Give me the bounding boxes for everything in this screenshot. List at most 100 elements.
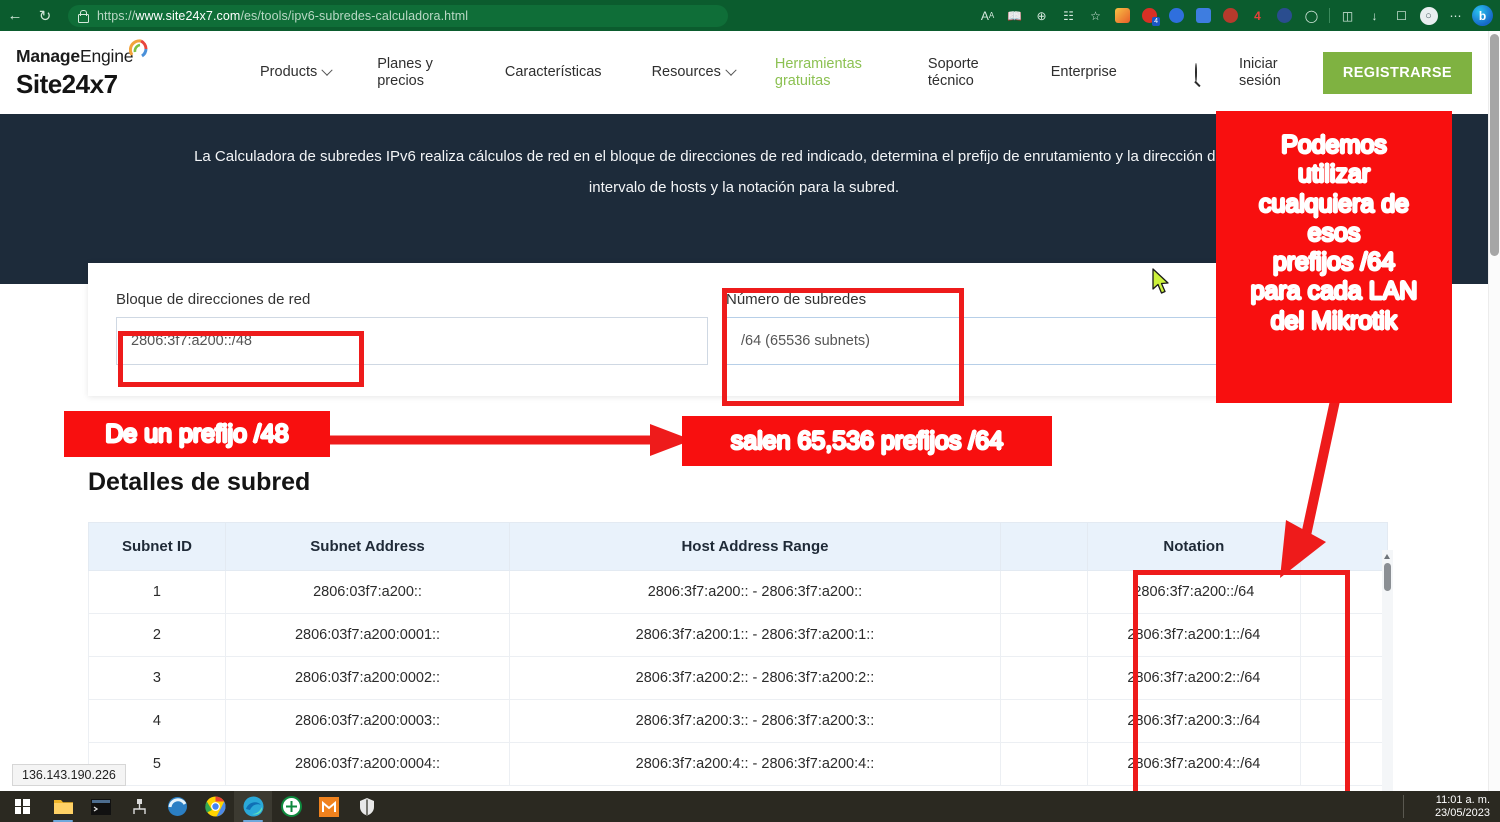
windows-start-icon[interactable] bbox=[0, 791, 44, 822]
cell-subnet-id: 1 bbox=[89, 571, 226, 614]
putty-icon[interactable] bbox=[158, 791, 196, 822]
chrome-icon[interactable] bbox=[196, 791, 234, 822]
edge-workspace-icon[interactable]: ☐ bbox=[1388, 0, 1415, 31]
winbox-icon[interactable] bbox=[120, 791, 158, 822]
split-screen-icon[interactable]: ◫ bbox=[1334, 0, 1361, 31]
extension-ip-icon[interactable] bbox=[1271, 0, 1298, 31]
nav-label: Planes y precios bbox=[377, 56, 433, 90]
extension-red-icon[interactable] bbox=[1217, 0, 1244, 31]
translate-icon[interactable] bbox=[1190, 0, 1217, 31]
nav-label: Enterprise bbox=[1051, 64, 1117, 81]
back-arrow-icon[interactable]: ← bbox=[0, 4, 30, 28]
header-actions: Iniciar sesión REGISTRARSE bbox=[1195, 52, 1472, 94]
register-button[interactable]: REGISTRARSE bbox=[1323, 52, 1472, 94]
highlight-subnet-count-field bbox=[722, 288, 964, 406]
extension-ghost-icon[interactable]: ◯ bbox=[1298, 0, 1325, 31]
highlight-notation-column bbox=[1133, 570, 1350, 812]
cell-spacer bbox=[1000, 657, 1087, 700]
extension-badge-count: 4 bbox=[1152, 17, 1160, 26]
taskbar-clock[interactable]: 11:01 a. m. 23/05/2023 bbox=[1435, 791, 1490, 822]
bing-chat-icon[interactable]: b bbox=[1469, 0, 1496, 31]
site-logo[interactable]: ManageEngine Site24x7 bbox=[16, 46, 216, 100]
page-scrollbar-thumb[interactable] bbox=[1490, 34, 1499, 256]
column-header-spacer-right bbox=[1301, 523, 1388, 571]
cell-spacer bbox=[1000, 743, 1087, 786]
manageengine-swoosh-icon bbox=[129, 39, 149, 59]
nav-label: Products bbox=[260, 64, 317, 81]
security-icon[interactable] bbox=[348, 791, 386, 822]
immersive-reader-icon[interactable]: 📖 bbox=[1001, 0, 1028, 31]
downloads-icon[interactable]: ↓ bbox=[1361, 0, 1388, 31]
table-scrollbar-thumb[interactable] bbox=[1384, 563, 1391, 591]
cell-spacer bbox=[1000, 571, 1087, 614]
search-button[interactable] bbox=[1195, 64, 1197, 82]
logo-manageengine: ManageEngine bbox=[16, 46, 133, 67]
annotation-salen-prefijos: salen 65,536 prefijos /64 bbox=[682, 416, 1052, 466]
nav-item-resources[interactable]: Resources bbox=[652, 64, 735, 81]
nav-label: Características bbox=[505, 64, 602, 81]
logo-site24x7: Site24x7 bbox=[16, 69, 216, 100]
clock-date: 23/05/2023 bbox=[1435, 807, 1490, 820]
browser-toolbar-icons: AA 📖 ⊕ ☷ ☆ 4 4 ◯ ◫ ↓ ☐ ○ ⋯ b bbox=[974, 0, 1500, 31]
extension-badge-icon[interactable]: 4 bbox=[1136, 0, 1163, 31]
table-header-row: Subnet ID Subnet Address Host Address Ra… bbox=[89, 523, 1388, 571]
extension-blue-icon[interactable] bbox=[1163, 0, 1190, 31]
chevron-down-icon bbox=[322, 64, 333, 75]
main-navigation: Products Planes y precios Característica… bbox=[252, 56, 1195, 90]
read-aloud-icon[interactable]: AA bbox=[974, 0, 1001, 31]
extension-opera-icon[interactable] bbox=[1109, 0, 1136, 31]
nav-item-soporte-tecnico[interactable]: Soporte técnico bbox=[928, 56, 979, 90]
screen: ← ↻ https://www.site24x7.com/es/tools/ip… bbox=[0, 0, 1500, 822]
column-header-subnet-address[interactable]: Subnet Address bbox=[225, 523, 509, 571]
cell-host-range: 2806:3f7:a200:4:: - 2806:3f7:a200:4:: bbox=[510, 743, 1001, 786]
address-bar-url: https://www.site24x7.com/es/tools/ipv6-s… bbox=[97, 9, 468, 23]
search-icon bbox=[1195, 63, 1197, 82]
login-label: Iniciar sesión bbox=[1239, 56, 1281, 90]
reload-icon[interactable]: ↻ bbox=[30, 4, 60, 28]
collections-icon[interactable]: ☷ bbox=[1055, 0, 1082, 31]
terminal-icon[interactable] bbox=[82, 791, 120, 822]
cell-host-range: 2806:3f7:a200:1:: - 2806:3f7:a200:1:: bbox=[510, 614, 1001, 657]
nav-label: Soporte técnico bbox=[928, 56, 979, 90]
cell-subnet-address: 2806:03f7:a200:: bbox=[225, 571, 509, 614]
cell-subnet-address: 2806:03f7:a200:0001:: bbox=[225, 614, 509, 657]
mouse-cursor bbox=[1152, 268, 1170, 296]
column-header-subnet-id[interactable]: Subnet ID bbox=[89, 523, 226, 571]
chevron-down-icon bbox=[725, 64, 736, 75]
nav-item-caracteristicas[interactable]: Características bbox=[505, 64, 602, 81]
clock-time: 11:01 a. m. bbox=[1436, 794, 1490, 807]
highlight-network-block-input bbox=[118, 331, 364, 387]
favorites-icon[interactable]: ☆ bbox=[1082, 0, 1109, 31]
status-bar-tooltip: 136.143.190.226 bbox=[12, 764, 126, 786]
zoom-icon[interactable]: ⊕ bbox=[1028, 0, 1055, 31]
extension-4-icon[interactable]: 4 bbox=[1244, 0, 1271, 31]
column-header-spacer bbox=[1000, 523, 1087, 571]
edge-icon[interactable] bbox=[234, 791, 272, 822]
column-header-notation[interactable]: Notation bbox=[1087, 523, 1301, 571]
taskbar-divider bbox=[1403, 795, 1404, 818]
nav-item-enterprise[interactable]: Enterprise bbox=[1051, 64, 1117, 81]
address-bar[interactable]: https://www.site24x7.com/es/tools/ipv6-s… bbox=[68, 5, 728, 27]
teamviewer-icon[interactable] bbox=[272, 791, 310, 822]
settings-more-icon[interactable]: ⋯ bbox=[1442, 0, 1469, 31]
nav-item-planes-precios[interactable]: Planes y precios bbox=[377, 56, 433, 90]
nav-item-products[interactable]: Products bbox=[260, 64, 331, 81]
windows-taskbar: 11:01 a. m. 23/05/2023 bbox=[0, 791, 1500, 822]
cell-host-range: 2806:3f7:a200:3:: - 2806:3f7:a200:3:: bbox=[510, 700, 1001, 743]
annotation-podemos-utilizar: Podemos utilizar cualquiera de esos pref… bbox=[1216, 111, 1452, 403]
cell-subnet-address: 2806:03f7:a200:0002:: bbox=[225, 657, 509, 700]
site-header: ManageEngine Site24x7 Products Plane bbox=[0, 31, 1488, 114]
table-scroll-up-arrow-icon[interactable] bbox=[1384, 554, 1390, 559]
nav-item-herramientas-gratuitas[interactable]: Herramientas gratuitas bbox=[775, 56, 862, 90]
column-header-host-range[interactable]: Host Address Range bbox=[510, 523, 1001, 571]
cell-subnet-address: 2806:03f7:a200:0004:: bbox=[225, 743, 509, 786]
login-link[interactable]: Iniciar sesión bbox=[1239, 56, 1281, 90]
browser-toolbar: ← ↻ https://www.site24x7.com/es/tools/ip… bbox=[0, 0, 1500, 31]
cell-subnet-address: 2806:03f7:a200:0003:: bbox=[225, 700, 509, 743]
page-title: Detalles de subred bbox=[88, 468, 310, 497]
file-explorer-icon[interactable] bbox=[44, 791, 82, 822]
cell-subnet-id: 2 bbox=[89, 614, 226, 657]
cell-spacer bbox=[1000, 700, 1087, 743]
profile-icon[interactable]: ○ bbox=[1415, 0, 1442, 31]
mikrotik-icon[interactable] bbox=[310, 791, 348, 822]
